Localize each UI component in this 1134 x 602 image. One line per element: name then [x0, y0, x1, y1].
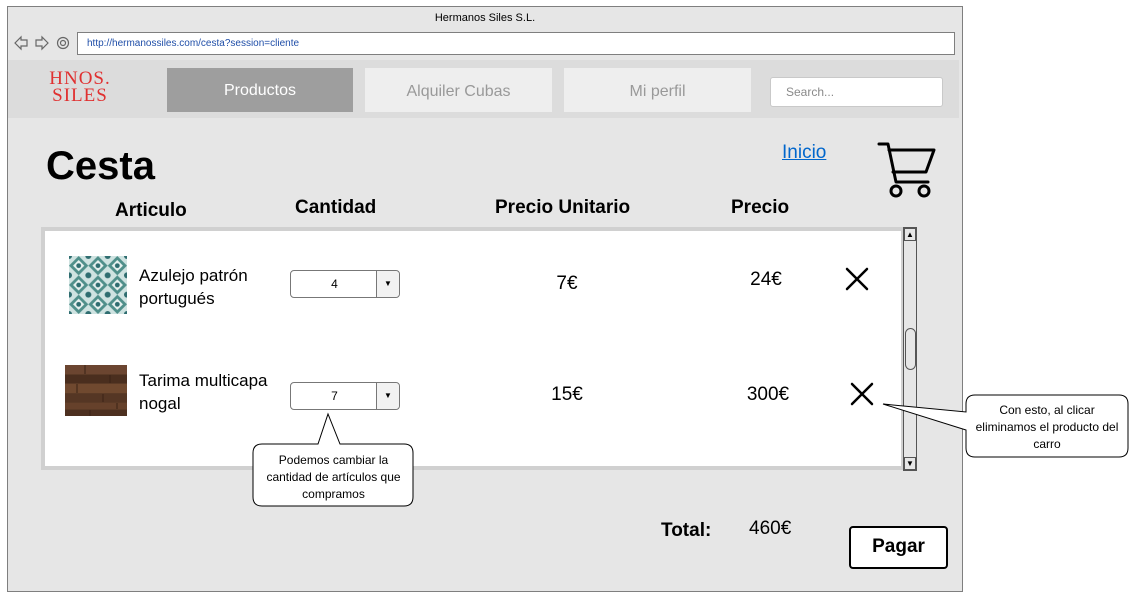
callout-quantity-text: Podemos cambiar la cantidad de artículos… — [266, 453, 401, 501]
column-header-cantidad: Cantidad — [295, 197, 377, 218]
back-arrow-icon[interactable] — [14, 35, 28, 51]
column-header-precio: Precio — [731, 197, 790, 218]
search-input[interactable] — [770, 77, 943, 107]
line-price: 300€ — [746, 384, 790, 405]
tab-mi-perfil[interactable]: Mi perfil — [564, 68, 751, 112]
reload-icon[interactable] — [56, 36, 70, 50]
quantity-select[interactable]: 7 ▼ — [290, 382, 400, 410]
chevron-down-icon[interactable]: ▼ — [376, 271, 399, 297]
browser-nav-controls — [14, 35, 74, 51]
unit-price: 7€ — [556, 273, 578, 294]
close-icon — [850, 382, 874, 406]
product-name: Tarima multicapa nogal — [139, 371, 268, 413]
column-header-articulo: Articulo — [115, 200, 187, 221]
remove-item-button[interactable] — [847, 379, 877, 409]
quantity-select[interactable]: 4 ▼ — [290, 270, 400, 298]
chevron-down-icon[interactable]: ▼ — [376, 383, 399, 409]
logo-line-2: SILES — [52, 85, 108, 106]
remove-item-button[interactable] — [842, 264, 872, 294]
forward-arrow-icon[interactable] — [35, 35, 49, 51]
quantity-value: 4 — [331, 277, 338, 291]
page-title: Cesta — [46, 144, 155, 188]
tab-productos[interactable]: Productos — [167, 68, 353, 112]
callout-delete-text: Con esto, al clicar eliminamos el produc… — [975, 403, 1119, 451]
scroll-down-button[interactable]: ▼ — [904, 457, 916, 470]
window-title: Hermanos Siles S.L. — [8, 7, 962, 30]
home-link[interactable]: Inicio — [782, 142, 826, 164]
site-logo[interactable]: HNOS. SILES — [40, 69, 120, 110]
browser-nav-icons — [14, 35, 70, 51]
scrollbar-thumb[interactable] — [905, 328, 916, 370]
product-image-tile — [69, 256, 127, 314]
total-label: Total: — [661, 520, 712, 541]
tab-alquiler-cubas[interactable]: Alquiler Cubas — [365, 68, 552, 112]
total-value: 460€ — [749, 518, 792, 539]
line-price: 24€ — [750, 269, 782, 290]
scroll-up-button[interactable]: ▲ — [904, 228, 916, 241]
unit-price: 15€ — [551, 384, 583, 405]
close-icon — [845, 267, 869, 291]
quantity-value: 7 — [331, 389, 338, 403]
column-header-precio-unitario: Precio Unitario — [495, 197, 631, 218]
shopping-cart-icon[interactable] — [876, 140, 938, 200]
product-image-wood-floor — [65, 365, 127, 416]
pay-button[interactable]: Pagar — [849, 526, 948, 569]
product-name: Azulejo patrón portugués — [139, 266, 248, 308]
url-field[interactable]: http://hermanossiles.com/cesta?session=c… — [77, 32, 955, 55]
